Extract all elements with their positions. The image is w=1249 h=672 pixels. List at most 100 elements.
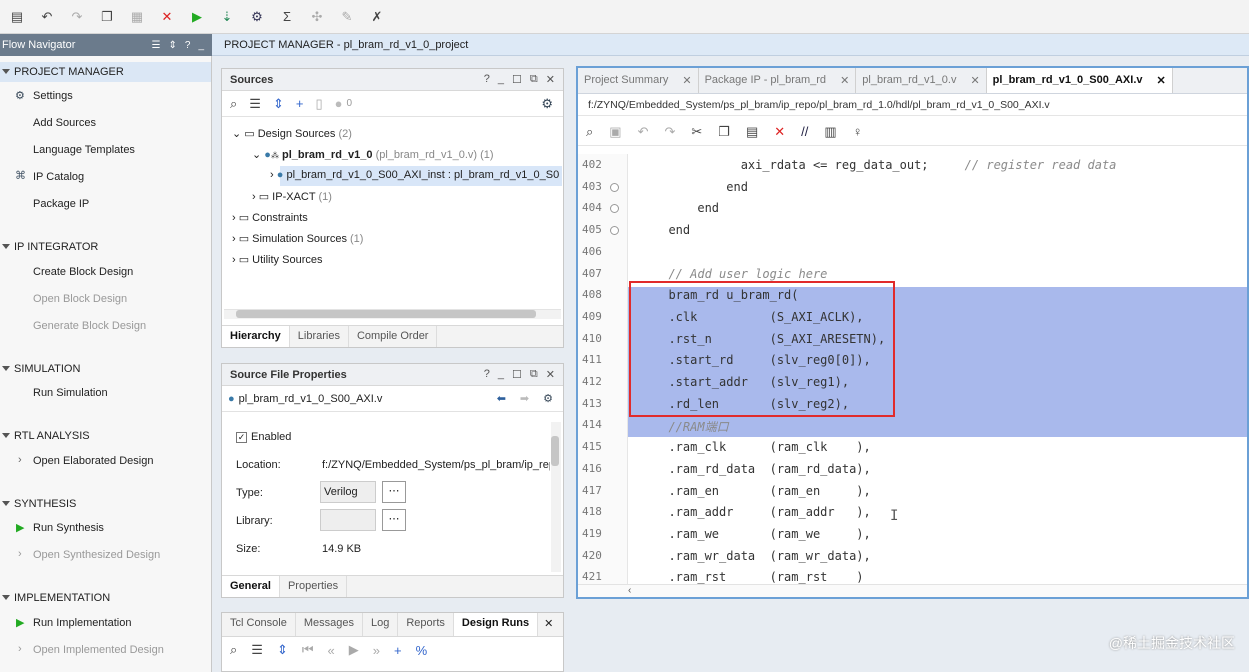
section-project-manager[interactable]: PROJECT MANAGER [0, 66, 212, 78]
editor-scrollbar[interactable]: ‹ [578, 584, 1247, 597]
back-icon[interactable]: ⬅ [497, 392, 506, 405]
add-icon[interactable]: + [394, 643, 402, 658]
search-icon[interactable]: ⌕ [586, 124, 593, 140]
tree-design-sources[interactable]: ⌄ ▭ Design Sources (2) [232, 127, 352, 140]
vertical-scrollbar[interactable] [551, 422, 561, 572]
close-icon[interactable]: ✕ [970, 74, 979, 87]
forward-icon[interactable]: ➡ [520, 392, 529, 405]
section-ip-integrator[interactable]: IP INTEGRATOR [0, 241, 212, 253]
settings-icon[interactable]: ⚙ [246, 6, 268, 28]
tree-top-module[interactable]: ⌄ ●⁂ pl_bram_rd_v1_0 (pl_bram_rd_v1_0.v)… [252, 148, 494, 161]
tab-libraries[interactable]: Libraries [290, 326, 349, 347]
close-icon[interactable]: ✕ [840, 74, 849, 87]
add-icon[interactable]: + [296, 96, 304, 111]
copy-icon[interactable]: ❐ [96, 6, 118, 28]
enabled-checkbox[interactable]: ✓ [236, 431, 247, 443]
tab-reports[interactable]: Reports [398, 613, 454, 636]
tree-simulation-sources[interactable]: › ▭ Simulation Sources (1) [232, 232, 363, 245]
help-icon[interactable]: ? [484, 73, 490, 86]
prev-icon[interactable]: « [328, 643, 335, 658]
copy-icon[interactable]: ❐ [718, 124, 730, 140]
nav-generate-block-design[interactable]: Generate Block Design [33, 320, 146, 332]
tab-hierarchy[interactable]: Hierarchy [222, 326, 290, 347]
horizontal-scrollbar[interactable] [224, 309, 561, 319]
gear-icon[interactable]: ⚙ [541, 96, 553, 112]
section-synthesis[interactable]: SYNTHESIS [0, 498, 212, 510]
paste-icon[interactable]: ▤ [746, 124, 758, 140]
float-icon[interactable]: ⧉ [530, 73, 538, 86]
nav-settings[interactable]: Settings [33, 90, 73, 102]
library-field[interactable] [320, 509, 376, 531]
cut-icon[interactable]: ✂ [691, 124, 702, 140]
nav-run-synthesis[interactable]: Run Synthesis [33, 522, 104, 534]
first-icon[interactable]: ⏮ [302, 642, 314, 658]
pen-icon[interactable]: ✎ [336, 6, 358, 28]
gear-icon[interactable]: ⚙ [543, 392, 553, 405]
redo-icon[interactable]: ↷ [66, 6, 88, 28]
nav-open-implemented-design[interactable]: Open Implemented Design [33, 644, 164, 656]
nav-package-ip[interactable]: Package IP [33, 198, 89, 210]
minimize-icon[interactable]: _ [498, 368, 504, 381]
delete-icon[interactable]: ✕ [156, 6, 178, 28]
close-icon[interactable]: ✕ [546, 73, 555, 86]
search-icon[interactable]: ⌕ [230, 96, 237, 112]
collapse-icon[interactable]: ☰ [249, 96, 261, 112]
close-icon[interactable]: ✕ [546, 368, 555, 381]
chevron-right-icon[interactable]: › [18, 454, 22, 466]
nav-open-elaborated-design[interactable]: Open Elaborated Design [33, 455, 153, 467]
undo-icon[interactable]: ↶ [36, 6, 58, 28]
open-icon[interactable]: ▤ [6, 6, 28, 28]
tab-log[interactable]: Log [363, 613, 399, 636]
cross-tool-icon[interactable]: ✗ [366, 6, 388, 28]
tab-package-ip[interactable]: Package IP - pl_bram_rd ✕ [699, 68, 857, 93]
program-icon[interactable]: ⇣ [216, 6, 238, 28]
close-icon[interactable]: ✕ [1157, 74, 1166, 87]
tab-compile-order[interactable]: Compile Order [349, 326, 438, 347]
next-icon[interactable]: » [373, 643, 380, 658]
nav-open-synthesized-design[interactable]: Open Synthesized Design [33, 549, 160, 561]
tab-design-runs[interactable]: Design Runs [453, 613, 539, 636]
expand-all-icon[interactable]: ⇕ [168, 40, 176, 51]
tab-messages[interactable]: Messages [296, 613, 363, 636]
paste-icon[interactable]: ▦ [126, 6, 148, 28]
section-rtl-analysis[interactable]: RTL ANALYSIS [0, 430, 212, 442]
delete-icon[interactable]: ✕ [774, 124, 785, 140]
comment-icon[interactable]: // [801, 124, 808, 139]
minimize-icon[interactable]: _ [198, 40, 204, 51]
chevron-right-icon[interactable]: › [18, 643, 22, 655]
help-icon[interactable]: ? [484, 368, 490, 381]
code-area[interactable]: 402 axi_rdata <= reg_data_out; // regist… [578, 154, 1247, 584]
maximize-icon[interactable]: ☐ [512, 73, 522, 86]
chevron-right-icon[interactable]: › [18, 548, 22, 560]
search-icon[interactable]: ⌕ [230, 642, 237, 658]
fold-icon[interactable] [610, 182, 619, 192]
sigma-icon[interactable]: Σ [276, 6, 298, 28]
play-icon[interactable]: ▶ [349, 642, 359, 658]
tree-ip-xact[interactable]: › ▭ IP-XACT (1) [252, 190, 332, 203]
collapse-all-icon[interactable]: ☰ [152, 40, 161, 51]
percent-icon[interactable]: % [416, 643, 428, 658]
help-icon[interactable]: ? [185, 40, 191, 51]
close-icon[interactable]: ✕ [538, 613, 559, 636]
expand-icon[interactable]: ⇕ [273, 96, 284, 112]
tab-properties[interactable]: Properties [280, 576, 348, 597]
save-icon[interactable]: ▣ [609, 124, 621, 140]
tree-axi-instance[interactable]: › ● pl_bram_rd_v1_0_S00_AXI_inst : pl_br… [270, 169, 559, 181]
tab-axi-file[interactable]: pl_bram_rd_v1_0_S00_AXI.v ✕ [986, 68, 1173, 93]
nav-language-templates[interactable]: Language Templates [33, 144, 135, 156]
tool-icon[interactable]: ✣ [306, 6, 328, 28]
type-field[interactable]: Verilog [320, 481, 376, 503]
tab-tcl-console[interactable]: Tcl Console [222, 613, 296, 636]
close-icon[interactable]: ✕ [682, 74, 691, 87]
tab-project-summary[interactable]: Project Summary ✕ [578, 68, 699, 93]
nav-open-block-design[interactable]: Open Block Design [33, 293, 127, 305]
type-browse-button[interactable]: ⋯ [382, 481, 406, 503]
nav-run-implementation[interactable]: Run Implementation [33, 617, 131, 629]
lightbulb-icon[interactable]: ♀ [853, 124, 863, 139]
nav-create-block-design[interactable]: Create Block Design [33, 266, 133, 278]
library-browse-button[interactable]: ⋯ [382, 509, 406, 531]
nav-add-sources[interactable]: Add Sources [33, 117, 96, 129]
section-implementation[interactable]: IMPLEMENTATION [0, 592, 212, 604]
tab-top-file[interactable]: pl_bram_rd_v1_0.v ✕ [856, 68, 987, 93]
float-icon[interactable]: ⧉ [530, 368, 538, 381]
